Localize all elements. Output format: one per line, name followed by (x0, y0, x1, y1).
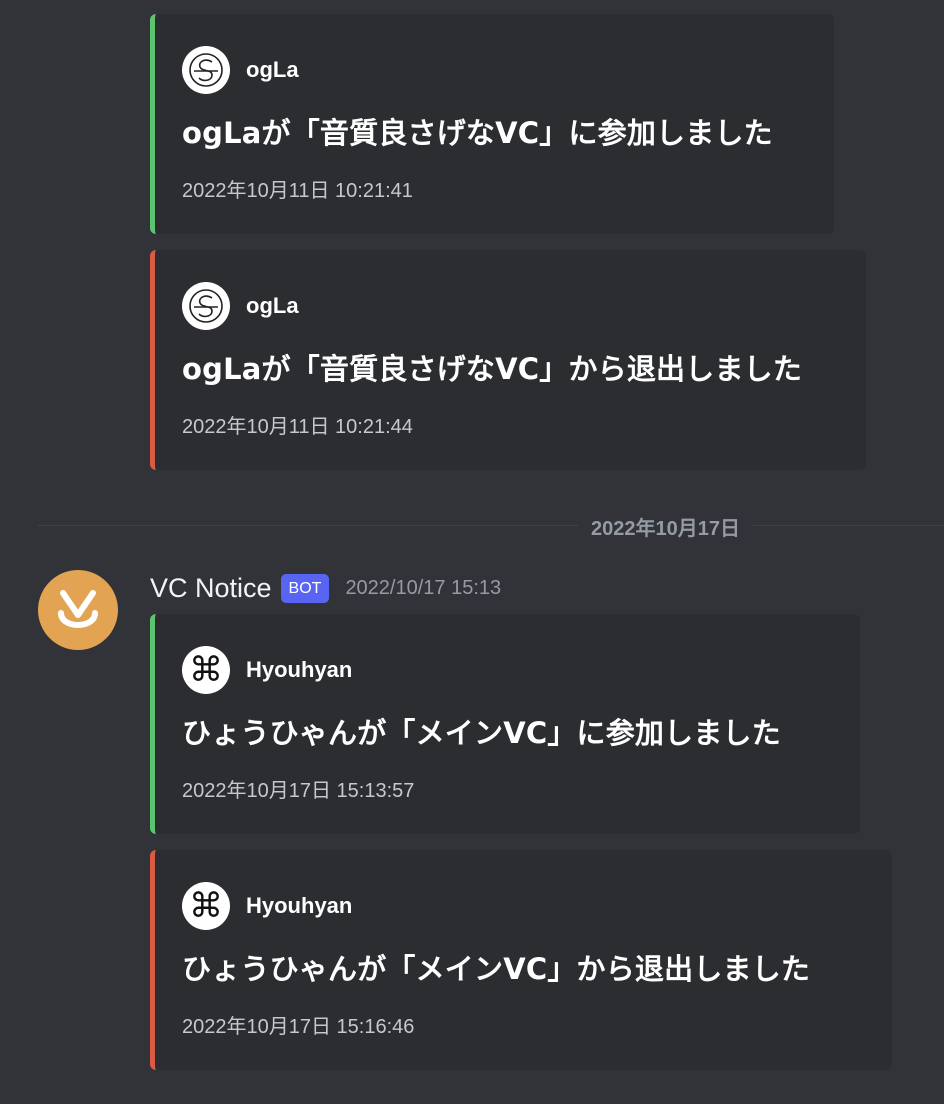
embed-footer-timestamp: 2022年10月17日 15:13:57 (182, 780, 415, 802)
chat-message-list: ogLa ogLaが「音質良さげなVC」に参加しました 2022年10月11日 … (0, 0, 944, 1104)
embed-title: ogLaが「音質良さげなVC」に参加しました (182, 116, 773, 150)
embed-author-name[interactable]: ogLa (246, 293, 299, 319)
message-header: VC Notice BOT 2022/10/17 15:13 (150, 569, 501, 607)
embed-footer-timestamp: 2022年10月11日 10:21:41 (182, 180, 413, 202)
embed-leave: ogLa ogLaが「音質良さげなVC」から退出しました 2022年10月11日… (150, 250, 866, 470)
embed-footer-timestamp: 2022年10月17日 15:16:46 (182, 1016, 415, 1038)
embed-author: ogLa (182, 282, 299, 330)
embed-author: ⌘ Hyouhyan (182, 646, 352, 694)
command-symbol-icon[interactable]: ⌘ (182, 882, 230, 930)
message-timestamp[interactable]: 2022/10/17 15:13 (345, 577, 501, 600)
embed-author-name[interactable]: ogLa (246, 57, 299, 83)
embed-author: ⌘ Hyouhyan (182, 882, 352, 930)
embed-title: ひょうひゃんが「メインVC」から退出しました (182, 952, 811, 986)
embed-join: ⌘ Hyouhyan ひょうひゃんが「メインVC」に参加しました 2022年10… (150, 614, 860, 834)
ogla-logo-icon[interactable] (182, 282, 230, 330)
username[interactable]: VC Notice (150, 573, 272, 604)
embed-leave: ⌘ Hyouhyan ひょうひゃんが「メインVC」から退出しました 2022年1… (150, 850, 892, 1070)
date-divider-label: 2022年10月17日 (578, 512, 753, 541)
embed-footer-timestamp: 2022年10月11日 10:21:44 (182, 416, 413, 438)
embed-author: ogLa (182, 46, 299, 94)
vc-notice-logo-icon[interactable] (38, 570, 118, 650)
command-symbol-icon[interactable]: ⌘ (182, 646, 230, 694)
embed-author-name[interactable]: Hyouhyan (246, 657, 352, 683)
bot-badge: BOT (280, 573, 330, 603)
ogla-logo-icon[interactable] (182, 46, 230, 94)
embed-author-name[interactable]: Hyouhyan (246, 893, 352, 919)
embed-title: ogLaが「音質良さげなVC」から退出しました (182, 352, 803, 386)
date-divider-line (38, 525, 944, 526)
embed-title: ひょうひゃんが「メインVC」に参加しました (182, 716, 781, 750)
embed-join: ogLa ogLaが「音質良さげなVC」に参加しました 2022年10月11日 … (150, 14, 834, 234)
